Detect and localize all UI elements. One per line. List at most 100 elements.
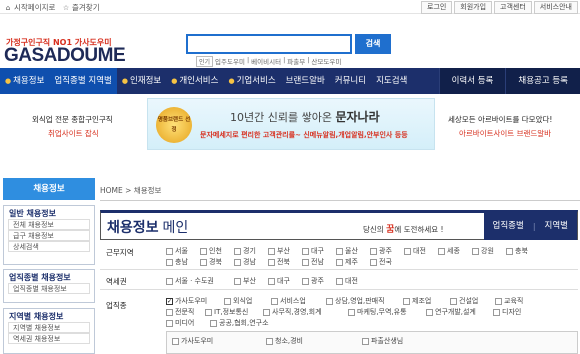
- station-option[interactable]: 부산: [234, 276, 256, 286]
- job-option-checked[interactable]: ✓ 가사도우미: [166, 296, 207, 306]
- account-links: 로그인 회원가입 고객센터 서비스안내: [420, 1, 578, 14]
- job-option[interactable]: 마케팅,무역,유통: [348, 307, 407, 317]
- region-option[interactable]: 경남: [234, 257, 256, 267]
- main-nav: ● 채용정보 업직종별 지역별 ● 인재정보 ● 개인서비스 ● 기업서비스 브랜드알바…: [0, 68, 580, 94]
- region-option[interactable]: 충북: [506, 246, 528, 256]
- sidebar-section-general: 일반 채용정보 전체 채용정보 급구 채용정보 상세검색: [3, 205, 95, 265]
- job-option[interactable]: 제조업: [403, 296, 431, 306]
- home-icon: ⌂: [5, 3, 11, 12]
- bullet-icon: ●: [5, 77, 12, 85]
- tab-by-region[interactable]: 지역별: [536, 213, 577, 240]
- register-resume-button[interactable]: 이력서 등록: [438, 68, 506, 94]
- sidebar-item-by-station[interactable]: 역세권 채용정보: [8, 333, 90, 344]
- job-option[interactable]: 외식업: [224, 296, 252, 306]
- login-link[interactable]: 로그인: [420, 1, 453, 14]
- sidebar-section-title: 지역별 채용정보: [9, 312, 64, 321]
- top-utility-bar: ⌂ 시작페이지로 ☆ 즐겨찾기 로그인 회원가입 고객센터 서비스안내: [0, 0, 580, 14]
- sub-job-option[interactable]: 파출산생님: [362, 336, 403, 346]
- region-filter-label: 근무지역: [106, 248, 134, 257]
- station-option[interactable]: 대전: [336, 276, 358, 286]
- sidebar-item-detail-search[interactable]: 상세검색: [8, 241, 90, 252]
- sidebar-section-title: 일반 채용정보: [9, 209, 56, 218]
- region-option[interactable]: 광주: [370, 246, 392, 256]
- checkmark-icon: ✓: [166, 297, 173, 305]
- popular-term[interactable]: 베이비시터: [251, 56, 281, 67]
- nav-item-by-category-region[interactable]: 업직종별 지역별: [49, 68, 117, 94]
- region-option[interactable]: 대구: [302, 246, 324, 256]
- banner-headline: 10년간 신뢰를 쌓아온 문자나라: [230, 110, 380, 124]
- search-input[interactable]: [186, 34, 352, 54]
- set-homepage-link[interactable]: ⌂ 시작페이지로: [4, 2, 56, 13]
- nav-item-talent[interactable]: ● 인재정보: [117, 68, 166, 94]
- station-option[interactable]: 서울 · 수도권: [166, 276, 214, 286]
- banner-subline: 문자메세지로 편리한 고객관리를~ 신메뉴알림,개업알림,안부인사 등등: [200, 131, 408, 139]
- sidebar-item-all-jobs[interactable]: 전체 채용정보: [8, 219, 90, 230]
- region-option[interactable]: 전남: [302, 257, 324, 267]
- right-promo-line1[interactable]: 세상모든 아르바이트를 다모았다!: [448, 114, 552, 125]
- job-option[interactable]: 미디어: [166, 318, 194, 328]
- nav-item-business-service[interactable]: ● 기업서비스: [223, 68, 280, 94]
- nav-item-community[interactable]: 커뮤니티: [330, 68, 371, 94]
- sidebar-section-category: 업직종별 채용정보 업직종별 채용정보: [3, 269, 95, 303]
- popular-term[interactable]: 파출부: [287, 56, 305, 67]
- region-option[interactable]: 대전: [404, 246, 426, 256]
- service-guide-link[interactable]: 서비스안내: [533, 1, 578, 14]
- add-favorite-link[interactable]: ☆ 즐겨찾기: [62, 2, 100, 13]
- region-option[interactable]: 제주: [336, 257, 358, 267]
- region-option[interactable]: 강원: [472, 246, 494, 256]
- search-button[interactable]: 검색: [355, 34, 391, 54]
- popular-term[interactable]: 입주도우미: [215, 56, 245, 67]
- job-option[interactable]: 공공,협회,연구소: [210, 318, 269, 328]
- nav-item-map-search[interactable]: 지도검색: [371, 68, 412, 94]
- left-promo-line1[interactable]: 외식업 전문 종합구인구직: [32, 114, 113, 125]
- nav-item-jobs[interactable]: ● 채용정보: [0, 68, 50, 94]
- signup-link[interactable]: 회원가입: [454, 1, 493, 14]
- center-ad-banner[interactable]: 명품브랜드 선정 10년간 신뢰를 쌓아온 문자나라 문자메세지로 편리한 고객…: [147, 98, 435, 150]
- nav-item-brand-alba[interactable]: 브랜드알바: [281, 68, 330, 94]
- sidebar-section-region: 지역별 채용정보 지역별 채용정보 역세권 채용정보: [3, 308, 95, 354]
- station-option[interactable]: 대구: [268, 276, 290, 286]
- job-option[interactable]: 교육직: [495, 296, 523, 306]
- view-tabs: 업직종별 | 지역별: [483, 213, 577, 240]
- region-option[interactable]: 인천: [200, 246, 222, 256]
- region-option[interactable]: 세종: [438, 246, 460, 256]
- left-promo-line2[interactable]: 취업사이트 잡식: [48, 128, 99, 139]
- station-option[interactable]: 광주: [302, 276, 324, 286]
- region-option[interactable]: 경북: [200, 257, 222, 267]
- set-homepage-label: 시작페이지로: [14, 3, 56, 12]
- bullet-icon: ●: [171, 77, 178, 85]
- job-option[interactable]: 건설업: [450, 296, 478, 306]
- job-option[interactable]: 상담,영업,판매직: [326, 296, 385, 306]
- job-option[interactable]: 전문직: [166, 307, 194, 317]
- register-job-post-button[interactable]: 채용공고 등록: [505, 68, 580, 94]
- job-option[interactable]: 디자인: [493, 307, 521, 317]
- page-slogan: 당신의 꿈에 도전하세요 !: [363, 225, 444, 235]
- sidebar-section-title: 업직종별 채용정보: [9, 273, 71, 282]
- sub-job-option[interactable]: 청소,경비: [266, 336, 303, 346]
- popular-keywords: 인기 입주도우미 | 베이비시터 | 파출부 | 산모도우미: [196, 56, 341, 67]
- customer-center-link[interactable]: 고객센터: [494, 1, 532, 14]
- sub-job-option[interactable]: 가사도우미: [172, 336, 213, 346]
- region-option[interactable]: 부산: [268, 246, 290, 256]
- region-option[interactable]: 울산: [336, 246, 358, 256]
- job-option[interactable]: 서비스업: [271, 296, 306, 306]
- bullet-icon: ●: [121, 77, 128, 85]
- sidebar-item-by-region[interactable]: 지역별 채용정보: [8, 322, 90, 333]
- right-promo-line2[interactable]: 아르바이트사이트 브랜드알바: [459, 128, 551, 139]
- tab-by-category[interactable]: 업직종별: [484, 213, 533, 240]
- region-option[interactable]: 경기: [234, 246, 256, 256]
- region-option[interactable]: 충남: [166, 257, 188, 267]
- popular-term[interactable]: 산모도우미: [311, 56, 341, 67]
- sidebar-item-by-category[interactable]: 업직종별 채용정보: [8, 283, 90, 294]
- breadcrumb: HOME > 채용정보: [100, 186, 162, 195]
- job-option[interactable]: 연구개발,설계: [426, 307, 476, 317]
- region-option[interactable]: 전국: [370, 257, 392, 267]
- nav-item-personal-service[interactable]: ● 개인서비스: [166, 68, 223, 94]
- job-option[interactable]: IT,정보통신: [205, 307, 248, 317]
- job-option[interactable]: 사무직,경영,회계: [263, 307, 322, 317]
- page-title: 채용정보 메인: [107, 220, 189, 236]
- region-option[interactable]: 서울: [166, 246, 188, 256]
- site-logo[interactable]: GASADOUME: [4, 45, 126, 67]
- sidebar-item-urgent-jobs[interactable]: 급구 채용정보: [8, 230, 90, 241]
- region-option[interactable]: 전북: [268, 257, 290, 267]
